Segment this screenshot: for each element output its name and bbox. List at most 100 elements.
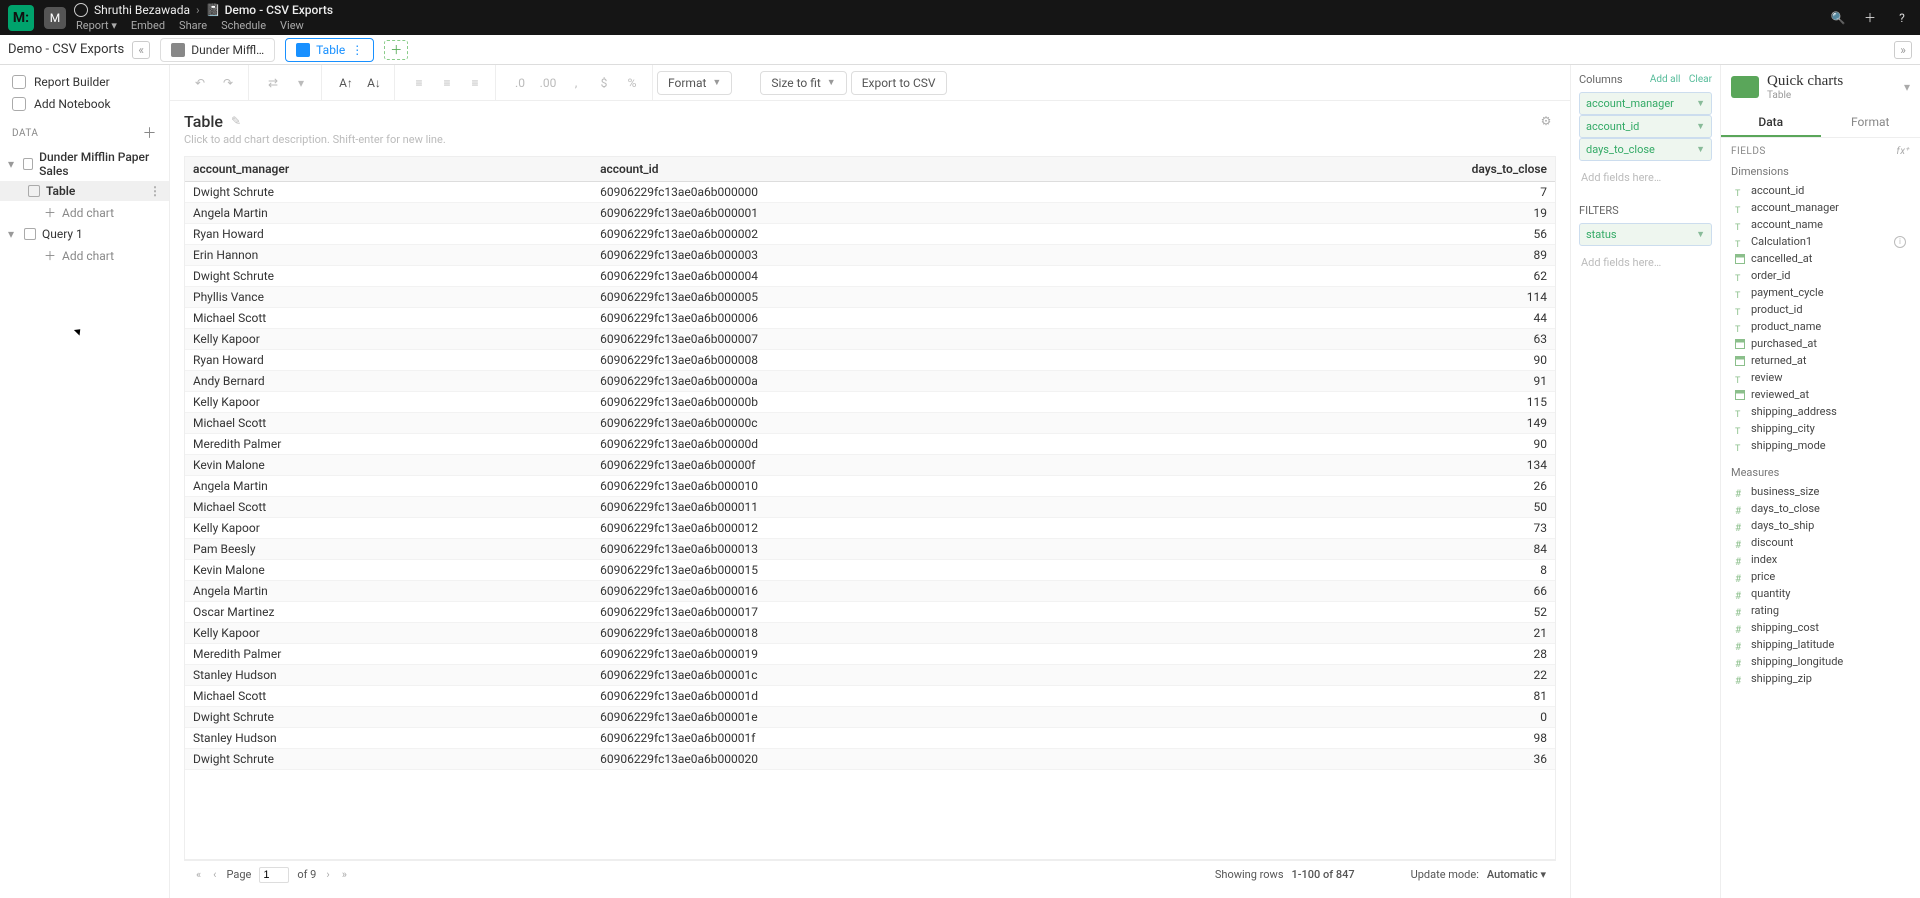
tab-table[interactable]: Table ⋮	[285, 38, 374, 62]
table-row[interactable]: Dwight Schrute60906229fc13ae0a6b0000007	[185, 182, 1555, 203]
measure-field[interactable]: shipping_longitude	[1721, 653, 1920, 670]
table-row[interactable]: Pam Beesly60906229fc13ae0a6b00001384	[185, 539, 1555, 560]
sidebar-add-notebook[interactable]: Add Notebook	[0, 93, 169, 115]
table-row[interactable]: Phyllis Vance60906229fc13ae0a6b000005114	[185, 287, 1555, 308]
breadcrumb-title[interactable]: Demo - CSV Exports	[225, 3, 333, 17]
table-row[interactable]: Kevin Malone60906229fc13ae0a6b0000158	[185, 560, 1555, 581]
tree-dataset[interactable]: ▾ Dunder Mifflin Paper Sales	[0, 147, 169, 181]
align-center-icon[interactable]: ≡	[435, 71, 459, 95]
table-row[interactable]: Stanley Hudson60906229fc13ae0a6b00001c22	[185, 665, 1555, 686]
table-row[interactable]: Michael Scott60906229fc13ae0a6b00001d81	[185, 686, 1555, 707]
table-row[interactable]: Kelly Kapoor60906229fc13ae0a6b00001821	[185, 623, 1555, 644]
add-data-icon[interactable]: ＋	[143, 123, 158, 143]
tree-add-chart[interactable]: ＋ Add chart	[0, 201, 169, 224]
undo-icon[interactable]: ↶	[188, 71, 212, 95]
table-row[interactable]: Kevin Malone60906229fc13ae0a6b00000f134	[185, 455, 1555, 476]
format-dropdown[interactable]: Format▼	[657, 71, 732, 95]
table-row[interactable]: Meredith Palmer60906229fc13ae0a6b0000192…	[185, 644, 1555, 665]
pager-page-input[interactable]	[259, 867, 289, 883]
dimension-field[interactable]: shipping_mode	[1721, 437, 1920, 454]
table-row[interactable]: Oscar Martinez60906229fc13ae0a6b00001752	[185, 602, 1555, 623]
comma-icon[interactable]: ,	[564, 71, 588, 95]
swap-icon[interactable]: ⇄	[261, 71, 285, 95]
breadcrumb-user[interactable]: Shruthi Bezawada	[94, 3, 190, 17]
columns-placeholder[interactable]: Add fields here…	[1579, 167, 1712, 188]
align-left-icon[interactable]: ≡	[407, 71, 431, 95]
table-row[interactable]: Ryan Howard60906229fc13ae0a6b00000256	[185, 224, 1555, 245]
pager-last-icon[interactable]: »	[340, 868, 349, 881]
tree-query[interactable]: ▾ Query 1	[0, 224, 169, 244]
chart-title[interactable]: Table	[184, 112, 223, 131]
measure-field[interactable]: days_to_close	[1721, 500, 1920, 517]
currency-icon[interactable]: $	[592, 71, 616, 95]
table-row[interactable]: Kelly Kapoor60906229fc13ae0a6b00001273	[185, 518, 1555, 539]
export-csv-button[interactable]: Export to CSV	[851, 71, 947, 95]
decimal-inc-icon[interactable]: .00	[536, 71, 560, 95]
pager-next-icon[interactable]: ›	[324, 868, 331, 881]
tree-menu-icon[interactable]: ⋮	[149, 184, 161, 198]
dimension-field[interactable]: reviewed_at	[1721, 386, 1920, 403]
dimension-field[interactable]: account_manager	[1721, 199, 1920, 216]
menu-share[interactable]: Share	[179, 19, 207, 32]
measure-field[interactable]: days_to_ship	[1721, 517, 1920, 534]
help-icon[interactable]: ?	[1892, 8, 1912, 28]
data-table[interactable]: account_manageraccount_iddays_to_close D…	[184, 156, 1556, 860]
measure-field[interactable]: price	[1721, 568, 1920, 585]
dimension-field[interactable]: account_name	[1721, 216, 1920, 233]
menu-view[interactable]: View	[280, 19, 304, 32]
quickchart-dropdown-icon[interactable]: ▾	[1904, 80, 1910, 94]
pager-first-icon[interactable]: «	[194, 868, 203, 881]
add-tab-button[interactable]: ＋	[384, 40, 408, 60]
measure-field[interactable]: shipping_cost	[1721, 619, 1920, 636]
table-row[interactable]: Michael Scott60906229fc13ae0a6b00001150	[185, 497, 1555, 518]
sort-asc-icon[interactable]: A↑	[334, 71, 358, 95]
column-pill[interactable]: days_to_close▼	[1579, 138, 1712, 161]
add-all-link[interactable]: Add all	[1650, 74, 1681, 85]
dimension-field[interactable]: shipping_address	[1721, 403, 1920, 420]
info-icon[interactable]: i	[1894, 236, 1906, 248]
dimension-field[interactable]: product_id	[1721, 301, 1920, 318]
tree-add-chart-2[interactable]: ＋ Add chart	[0, 244, 169, 267]
table-row[interactable]: Michael Scott60906229fc13ae0a6b00000644	[185, 308, 1555, 329]
search-icon[interactable]: 🔍	[1828, 8, 1848, 28]
measure-field[interactable]: discount	[1721, 534, 1920, 551]
dimension-field[interactable]: shipping_city	[1721, 420, 1920, 437]
table-row[interactable]: Dwight Schrute60906229fc13ae0a6b00002036	[185, 749, 1555, 770]
measure-field[interactable]: index	[1721, 551, 1920, 568]
table-row[interactable]: Meredith Palmer60906229fc13ae0a6b00000d9…	[185, 434, 1555, 455]
table-row[interactable]: Stanley Hudson60906229fc13ae0a6b00001f98	[185, 728, 1555, 749]
column-pill[interactable]: account_id▼	[1579, 115, 1712, 138]
app-logo-icon[interactable]: M:	[8, 5, 34, 31]
filters-placeholder[interactable]: Add fields here…	[1579, 252, 1712, 273]
dimension-field[interactable]: order_id	[1721, 267, 1920, 284]
table-row[interactable]: Angela Martin60906229fc13ae0a6b00001666	[185, 581, 1555, 602]
table-row[interactable]: Andy Bernard60906229fc13ae0a6b00000a91	[185, 371, 1555, 392]
update-mode-dropdown[interactable]: Automatic ▾	[1487, 868, 1546, 881]
rtab-format[interactable]: Format	[1821, 109, 1920, 137]
sidebar-report-builder[interactable]: Report Builder	[0, 71, 169, 93]
col-header[interactable]: account_manager	[185, 157, 592, 182]
dimension-field[interactable]: returned_at	[1721, 352, 1920, 369]
table-row[interactable]: Dwight Schrute60906229fc13ae0a6b00001e0	[185, 707, 1555, 728]
dimension-field[interactable]: purchased_at	[1721, 335, 1920, 352]
menu-report[interactable]: Report ▾	[76, 19, 117, 32]
collapse-right-icon[interactable]: »	[1894, 41, 1912, 59]
tree-table[interactable]: Table ⋮	[0, 181, 169, 201]
table-row[interactable]: Angela Martin60906229fc13ae0a6b00000119	[185, 203, 1555, 224]
col-header[interactable]: days_to_close	[1223, 157, 1555, 182]
percent-icon[interactable]: %	[620, 71, 644, 95]
edit-title-icon[interactable]: ✎	[231, 114, 241, 128]
sort-desc-icon[interactable]: A↓	[362, 71, 386, 95]
dimension-field[interactable]: review	[1721, 369, 1920, 386]
table-row[interactable]: Michael Scott60906229fc13ae0a6b00000c149	[185, 413, 1555, 434]
measure-field[interactable]: shipping_latitude	[1721, 636, 1920, 653]
workspace-icon[interactable]: M	[44, 7, 66, 29]
measure-field[interactable]: rating	[1721, 602, 1920, 619]
fx-icon[interactable]: fx⁺	[1896, 146, 1910, 157]
chart-description[interactable]: Click to add chart description. Shift-en…	[184, 133, 1556, 146]
chart-settings-icon[interactable]: ⚙	[1536, 111, 1556, 131]
add-icon[interactable]: ＋	[1860, 8, 1880, 28]
column-pill[interactable]: account_manager▼	[1579, 92, 1712, 115]
measure-field[interactable]: quantity	[1721, 585, 1920, 602]
filter-pill[interactable]: status▼	[1579, 223, 1712, 246]
